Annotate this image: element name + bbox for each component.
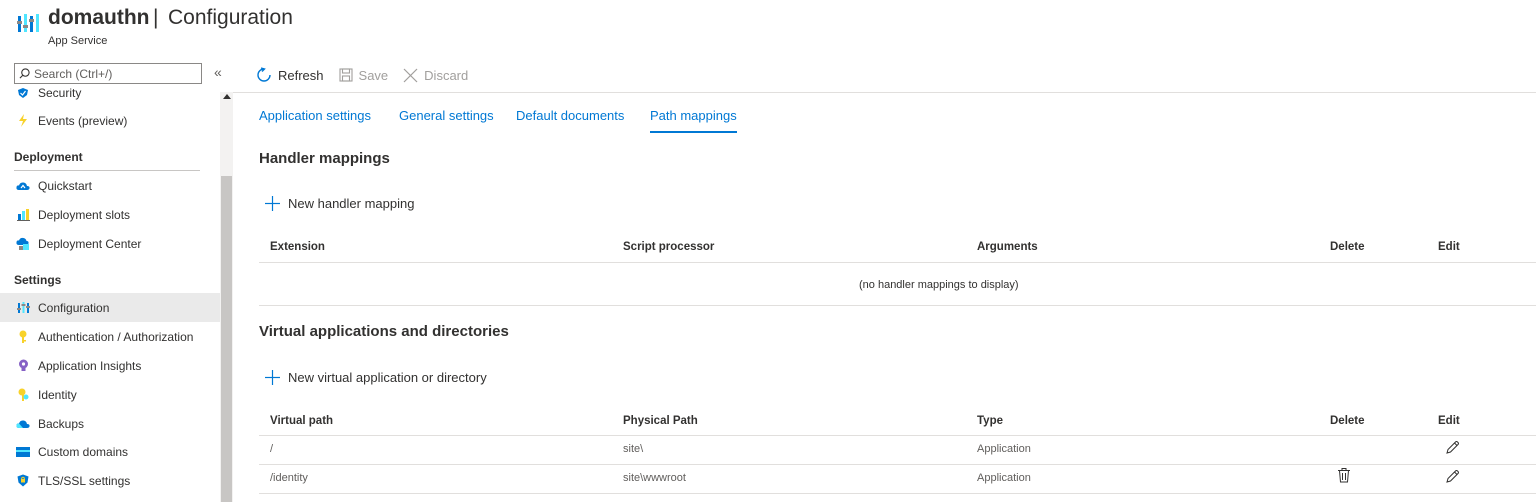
column-header-script-processor[interactable]: Script processor [623, 241, 714, 253]
refresh-label: Refresh [278, 67, 324, 83]
page-subtitle: App Service [48, 35, 108, 47]
table-header-divider [259, 262, 1536, 263]
sidebar-item-label: Security [38, 86, 82, 100]
sidebar-item-security[interactable]: Security [0, 86, 220, 107]
cell-physical-path: site\ [623, 443, 644, 455]
key-icon [16, 330, 30, 344]
app-name: domauthn [48, 6, 150, 29]
save-label: Save [358, 67, 389, 83]
table-row-divider [259, 464, 1536, 465]
shield-icon [16, 86, 30, 100]
cell-virtual-path: / [270, 443, 274, 455]
sidebar-item-events[interactable]: Events (preview) [0, 106, 220, 135]
shield-lock-icon [16, 474, 30, 488]
sidebar-item-label: Configuration [38, 300, 110, 315]
search-input[interactable]: Search (Ctrl+/) [14, 63, 202, 84]
new-virtual-application-button[interactable]: New virtual application or directory [265, 370, 487, 385]
title-separator: | [153, 6, 159, 29]
tab-general-settings[interactable]: General settings [399, 108, 494, 131]
table-row-divider [259, 305, 1536, 306]
cloud-quickstart-icon [16, 179, 30, 193]
edit-pencil-icon[interactable] [1445, 440, 1460, 455]
cell-physical-path: site\wwwroot [623, 472, 686, 484]
column-header-delete: Delete [1330, 415, 1365, 427]
column-header-edit: Edit [1438, 241, 1460, 253]
discard-icon [403, 68, 418, 82]
sidebar-item-deployment-slots[interactable]: Deployment slots [0, 200, 220, 229]
sidebar-item-configuration[interactable]: Configuration [0, 293, 220, 322]
lightbulb-icon [16, 359, 30, 373]
identity-key-icon [16, 388, 30, 402]
sidebar-item-label: Application Insights [38, 358, 142, 373]
sidebar-item-application-insights[interactable]: Application Insights [0, 351, 220, 380]
sidebar-item-label: Custom domains [38, 444, 129, 459]
sidebar-item-deployment-center[interactable]: Deployment Center [0, 229, 220, 258]
column-header-arguments[interactable]: Arguments [977, 241, 1038, 253]
domain-icon [16, 445, 30, 459]
plus-icon [265, 196, 280, 211]
plus-icon [265, 370, 280, 385]
column-header-physical-path[interactable]: Physical Path [623, 415, 698, 427]
lightning-icon [16, 114, 30, 128]
scroll-up-arrow-icon[interactable] [223, 94, 231, 99]
app-service-icon [17, 12, 39, 34]
column-header-delete: Delete [1330, 241, 1365, 253]
refresh-icon [257, 67, 271, 82]
virtual-apps-title: Virtual applications and directories [259, 323, 509, 340]
sidebar-item-label: Backups [38, 416, 85, 431]
column-header-extension[interactable]: Extension [270, 241, 325, 253]
deployment-slots-icon [16, 208, 30, 222]
sidebar-scrollbar-thumb[interactable] [221, 176, 232, 502]
sidebar-item-backups[interactable]: Backups [0, 409, 220, 438]
cell-type: Application [977, 443, 1031, 455]
sidebar-item-custom-domains[interactable]: Custom domains [0, 437, 220, 466]
empty-table-message: (no handler mappings to display) [859, 279, 1019, 291]
search-placeholder: Search (Ctrl+/) [34, 66, 113, 81]
command-bar: Refresh Save Discard [256, 64, 483, 86]
cell-type: Application [977, 472, 1031, 484]
delete-trash-icon[interactable] [1338, 468, 1350, 483]
new-virtual-application-label: New virtual application or directory [288, 370, 487, 385]
tab-default-documents[interactable]: Default documents [516, 108, 624, 131]
sidebar-item-identity[interactable]: Identity [0, 380, 220, 409]
collapse-sidebar-button[interactable]: « [214, 64, 222, 80]
column-header-edit: Edit [1438, 415, 1460, 427]
handler-mappings-title: Handler mappings [259, 150, 390, 167]
tab-application-settings[interactable]: Application settings [259, 108, 371, 131]
table-header-divider [259, 435, 1536, 436]
sidebar-item-label: Deployment slots [38, 207, 131, 222]
sidebar-nav: Security Events (preview) Deployment Qui… [0, 86, 220, 502]
nav-group-deployment: Deployment [14, 150, 200, 171]
sidebar-item-label: Identity [38, 387, 77, 402]
search-icon [19, 68, 30, 79]
save-button[interactable]: Save [338, 67, 389, 83]
column-header-type[interactable]: Type [977, 415, 1003, 427]
discard-label: Discard [424, 67, 469, 83]
new-handler-mapping-label: New handler mapping [288, 196, 415, 211]
sidebar-item-label: Authentication / Authorization [38, 329, 194, 344]
sidebar-item-tls-ssl[interactable]: TLS/SSL settings [0, 466, 220, 495]
table-row-divider [259, 493, 1536, 494]
cloud-backup-icon [16, 417, 30, 431]
sidebar-item-label: Deployment Center [38, 236, 142, 251]
configuration-icon [16, 301, 30, 315]
sidebar-item-label: Quickstart [38, 178, 93, 193]
sidebar-item-authentication[interactable]: Authentication / Authorization [0, 322, 220, 351]
tab-path-mappings[interactable]: Path mappings [650, 108, 737, 133]
refresh-button[interactable]: Refresh [256, 67, 324, 83]
deployment-center-icon [16, 237, 30, 251]
new-handler-mapping-button[interactable]: New handler mapping [265, 196, 414, 211]
save-icon [338, 68, 353, 82]
discard-button[interactable]: Discard [403, 68, 468, 83]
toolbar-divider [233, 92, 1536, 93]
nav-group-settings: Settings [14, 273, 200, 294]
column-header-virtual-path[interactable]: Virtual path [270, 415, 333, 427]
sidebar-item-quickstart[interactable]: Quickstart [0, 171, 220, 200]
sidebar-item-label: Events (preview) [38, 113, 128, 128]
edit-pencil-icon[interactable] [1445, 469, 1460, 484]
page-title: Configuration [168, 6, 293, 29]
sidebar-item-label: TLS/SSL settings [38, 473, 131, 488]
cell-virtual-path: /identity [270, 472, 308, 484]
